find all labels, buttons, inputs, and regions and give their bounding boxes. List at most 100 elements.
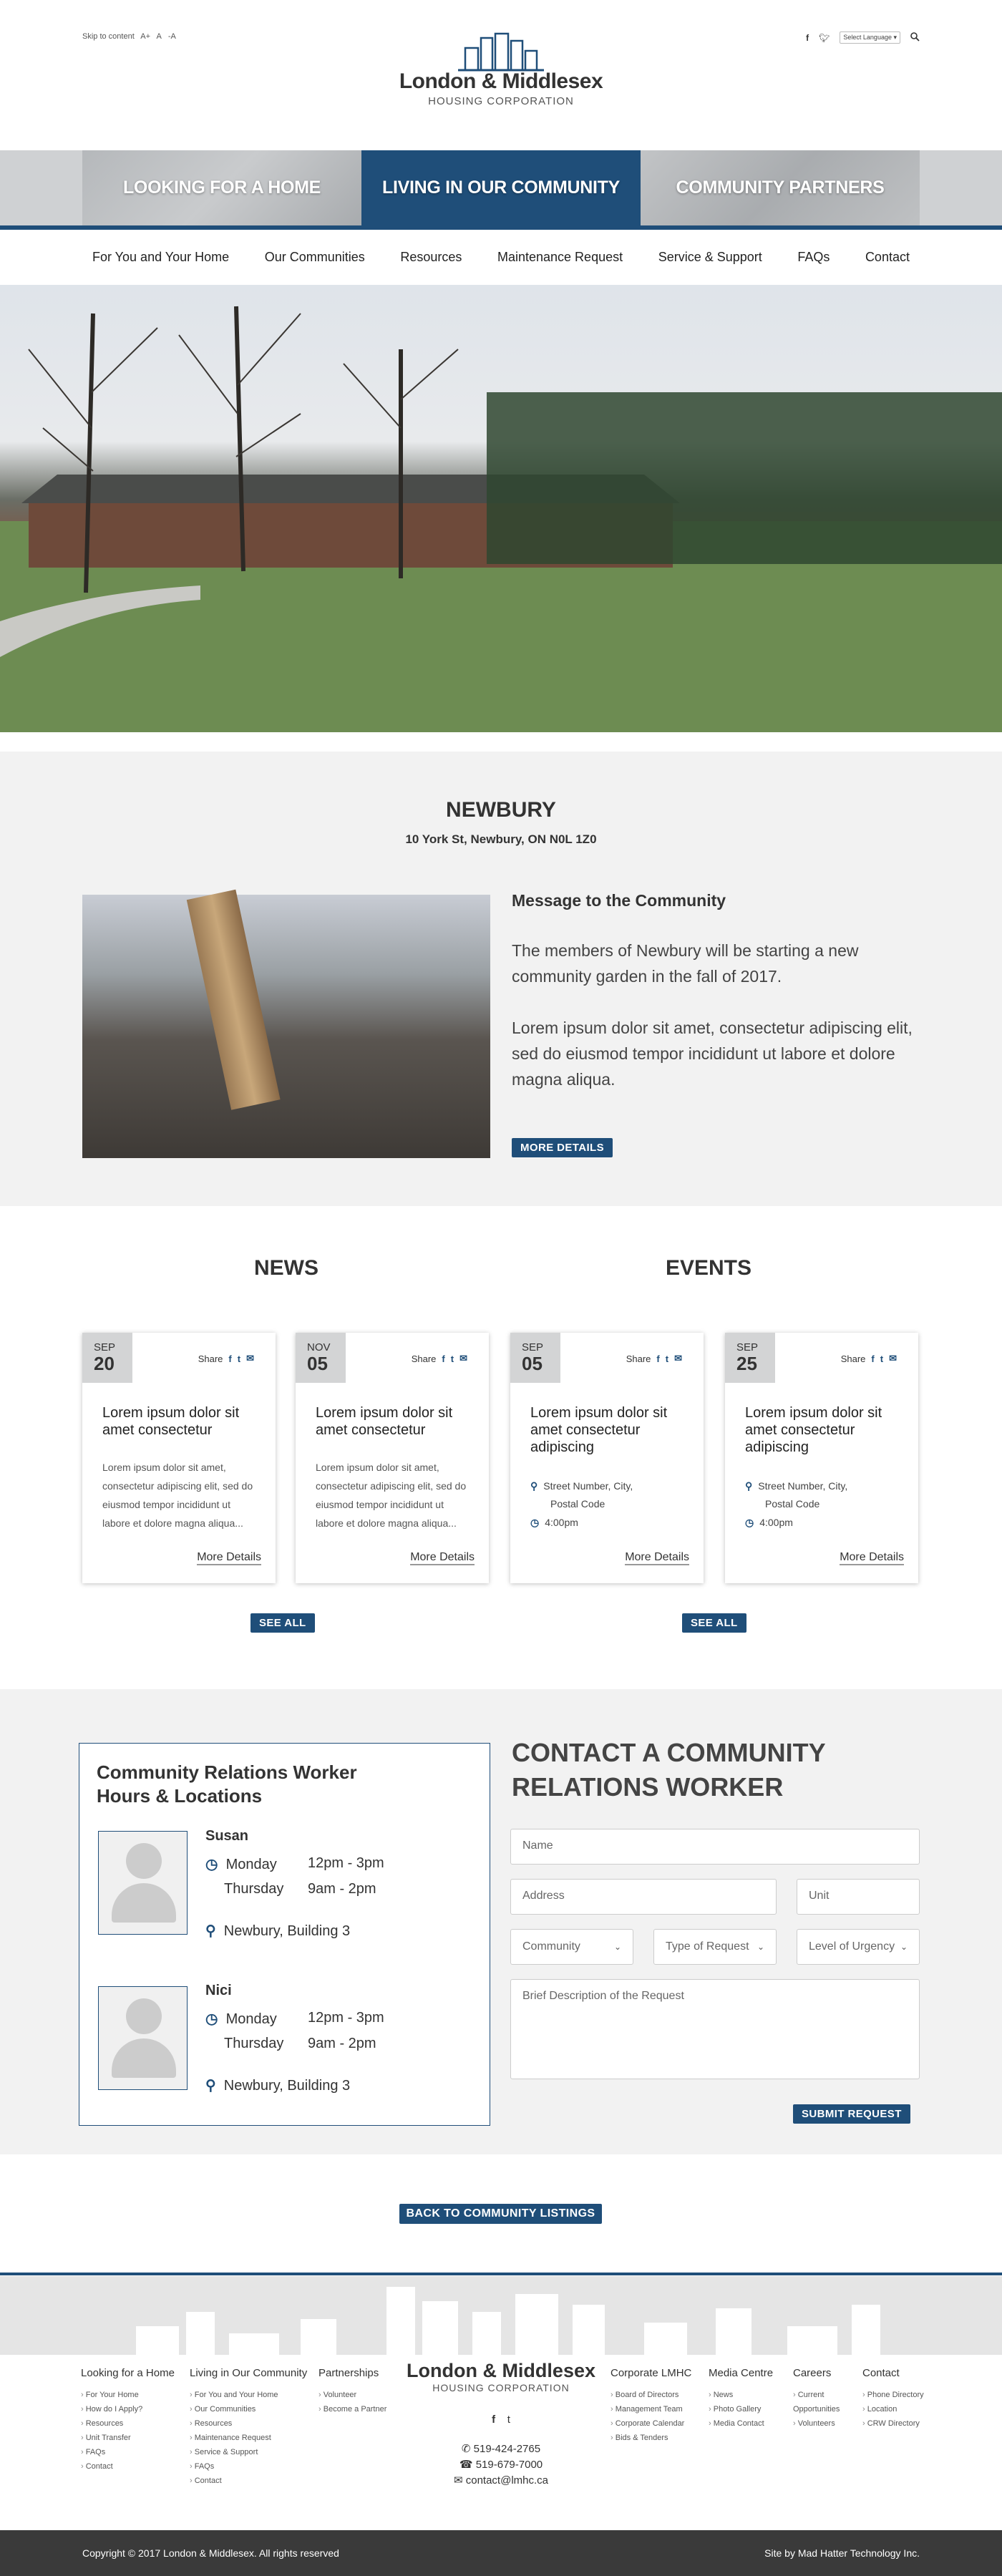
footer-link[interactable]: Management Team [611,2402,691,2416]
nav-our-communities[interactable]: Our Communities [265,250,365,265]
twitter-icon[interactable]: t [451,1353,454,1364]
twitter-icon[interactable]: t [880,1353,883,1364]
footer-heading[interactable]: Living in Our Community [190,2367,307,2379]
nav-service-support[interactable]: Service & Support [658,250,762,265]
footer-link[interactable]: Contact [190,2474,307,2488]
font-normal-link[interactable]: A [156,32,161,41]
footer-link[interactable]: FAQs [190,2459,307,2474]
footer-link[interactable]: Board of Directors [611,2388,691,2402]
search-icon[interactable] [910,31,920,44]
site-credit-link[interactable]: Site by Mad Hatter Technology Inc. [764,2547,920,2559]
twitter-icon[interactable]: 🐦︎ [819,33,830,43]
footer-heading[interactable]: Looking for a Home [81,2367,175,2379]
email-icon[interactable]: ✉ [889,1353,897,1364]
footer-heading[interactable]: Contact [862,2367,924,2379]
footer-link[interactable]: How do I Apply? [81,2402,175,2416]
news-see-all-button[interactable]: SEE ALL [250,1613,315,1633]
clock-icon: ◷ [745,1517,754,1528]
twitter-icon[interactable]: t [507,2414,510,2426]
font-larger-link[interactable]: A+ [140,32,150,41]
footer-link[interactable]: Corporate Calendar [611,2416,691,2431]
event-postal: Postal Code [550,1498,605,1510]
footer-link[interactable]: Unit Transfer [81,2431,175,2445]
footer-link[interactable]: Resources [81,2416,175,2431]
footer-link[interactable]: News [709,2388,773,2402]
footer-link[interactable]: Location [862,2402,924,2416]
site-logo[interactable]: London & Middlesex HOUSING CORPORATION [386,32,616,125]
footer-email[interactable]: ✉ contact@lmhc.ca [401,2474,601,2487]
footer-link[interactable]: Service & Support [190,2445,307,2459]
accessibility-links: Skip to content A+ A -A [82,32,180,41]
footer-link[interactable]: Media Contact [709,2416,773,2431]
share-bar: Share f t ✉ [626,1353,682,1364]
unit-field[interactable]: Unit [797,1879,920,1915]
footer-link[interactable]: Current Opportunities [793,2388,857,2416]
event-more-details-link[interactable]: More Details [625,1551,689,1565]
footer-link[interactable]: CRW Directory [862,2416,924,2431]
events-see-all-button[interactable]: SEE ALL [682,1613,746,1633]
footer-link[interactable]: Maintenance Request [190,2431,307,2445]
event-card[interactable]: SEP 05 Share f t ✉ Lorem ipsum dolor sit ame… [510,1333,704,1583]
footer-link[interactable]: Bids & Tenders [611,2431,691,2445]
name-field[interactable]: Name [510,1829,920,1865]
footer-logo[interactable]: London & Middlesex HOUSING CORPORATION [401,2360,601,2393]
twitter-icon[interactable]: t [666,1353,668,1364]
facebook-icon[interactable]: f [442,1353,444,1364]
email-icon[interactable]: ✉ [674,1353,682,1364]
copyright-bar: Copyright © 2017 London & Middlesex. All… [0,2530,1002,2576]
more-details-button[interactable]: MORE DETAILS [512,1138,613,1157]
news-more-details-link[interactable]: More Details [197,1551,261,1565]
footer-heading[interactable]: Careers [793,2367,857,2379]
worker-location: ⚲ Newbury, Building 3 [205,2078,351,2094]
footer-heading[interactable]: Partnerships [318,2367,386,2379]
footer-link[interactable]: Contact [81,2459,175,2474]
nav-maintenance-request[interactable]: Maintenance Request [497,250,623,265]
nav-for-you-and-your-home[interactable]: For You and Your Home [92,250,229,265]
news-card[interactable]: NOV 05 Share f t ✉ Lorem ipsum dolor sit ame… [296,1333,489,1583]
description-field[interactable]: Brief Description of the Request [510,1979,920,2079]
footer-link[interactable]: Volunteer [318,2388,386,2402]
facebook-icon[interactable]: f [656,1353,659,1364]
nav-resources[interactable]: Resources [400,250,462,265]
footer-heading[interactable]: Corporate LMHC [611,2367,691,2379]
facebook-icon[interactable]: f [806,33,809,43]
nav-contact[interactable]: Contact [865,250,910,265]
facebook-icon[interactable]: f [492,2414,495,2426]
footer-link[interactable]: Our Communities [190,2402,307,2416]
request-type-select[interactable]: Type of Request ⌄ [653,1929,777,1965]
skip-to-content-link[interactable]: Skip to content [82,32,135,41]
font-smaller-link[interactable]: -A [168,32,176,41]
footer-link[interactable]: Photo Gallery [709,2402,773,2416]
address-field[interactable]: Address [510,1879,777,1915]
share-bar: Share f t ✉ [840,1353,897,1364]
footer-link[interactable]: For Your Home [81,2388,175,2402]
tab-looking-for-a-home[interactable]: LOOKING FOR A HOME [82,150,361,225]
back-to-listings-button[interactable]: BACK TO COMMUNITY LISTINGS [399,2204,602,2224]
email-icon[interactable]: ✉ [459,1353,467,1364]
tab-community-partners[interactable]: COMMUNITY PARTNERS [641,150,920,225]
footer-link[interactable]: FAQs [81,2445,175,2459]
tab-living-in-our-community[interactable]: LIVING IN OUR COMMUNITY [361,150,641,225]
news-card[interactable]: SEP 20 Share f t ✉ Lorem ipsum dolor sit ame… [82,1333,276,1583]
language-select[interactable]: Select Language ▾ [840,31,900,44]
facebook-icon[interactable]: f [871,1353,874,1364]
community-select[interactable]: Community ⌄ [510,1929,633,1965]
footer-link[interactable]: Volunteers [793,2416,857,2431]
hero-scene [0,306,1002,732]
footer-link[interactable]: For You and Your Home [190,2388,307,2402]
submit-request-button[interactable]: SUBMIT REQUEST [793,2104,910,2124]
event-address: ⚲ Street Number, City, [530,1480,633,1492]
email-icon[interactable]: ✉ [246,1353,254,1364]
nav-faqs[interactable]: FAQs [797,250,830,265]
event-title: Lorem ipsum dolor sit amet consectetur a… [745,1405,882,1455]
footer-link[interactable]: Resources [190,2416,307,2431]
twitter-icon[interactable]: t [238,1353,240,1364]
event-card[interactable]: SEP 25 Share f t ✉ Lorem ipsum dolor sit ame… [725,1333,918,1583]
urgency-select[interactable]: Level of Urgency ⌄ [797,1929,920,1965]
facebook-icon[interactable]: f [228,1353,231,1364]
footer-link[interactable]: Become a Partner [318,2402,387,2416]
event-more-details-link[interactable]: More Details [840,1551,904,1565]
footer-heading[interactable]: Media Centre [709,2367,773,2379]
news-more-details-link[interactable]: More Details [410,1551,475,1565]
footer-link[interactable]: Phone Directory [862,2388,924,2402]
